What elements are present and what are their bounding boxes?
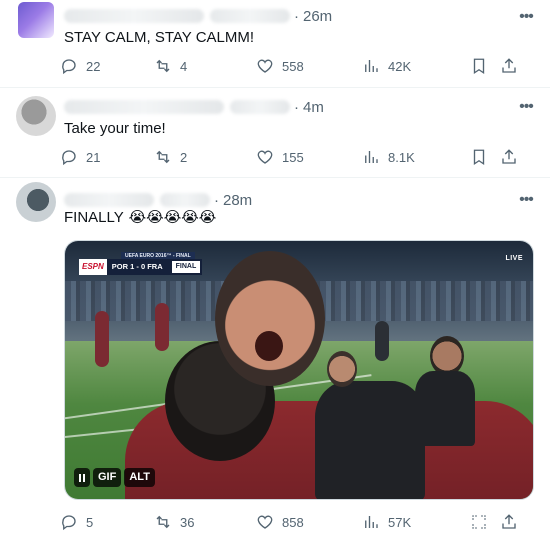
tweet-header: · 4m (64, 97, 324, 117)
views-button[interactable]: 42K (362, 57, 470, 75)
like-icon (257, 515, 273, 529)
share-icon (502, 58, 516, 73)
repost-icon (156, 150, 170, 164)
tweet-text-content: FINALLY (64, 209, 124, 226)
bookmark-button[interactable] (470, 57, 500, 75)
broadcaster-logo: ESPN (79, 259, 107, 275)
reply-button[interactable]: 22 (60, 57, 154, 75)
match-score: POR 1 - 0 FRA (111, 262, 163, 271)
like-icon (257, 59, 273, 73)
author-name-redacted[interactable] (64, 9, 204, 23)
reply-icon (62, 150, 76, 166)
share-button[interactable] (500, 148, 520, 166)
tweet-2[interactable]: · 4m ••• Take your time! 21 2 155 8.1K (0, 88, 550, 178)
author-handle-redacted[interactable] (160, 193, 210, 207)
action-bar: 5 36 858 57K (60, 512, 536, 532)
share-button[interactable] (500, 513, 520, 531)
more-icon[interactable]: ••• (516, 7, 536, 27)
gif-badge: GIF (93, 468, 122, 487)
tweet-1[interactable]: · 26m ••• STAY CALM, STAY CALMM! 22 4 55… (0, 0, 550, 88)
author-handle-redacted[interactable] (210, 9, 290, 23)
tweet-text: Take your time! (64, 120, 166, 137)
avatar[interactable] (18, 2, 54, 38)
share-icon (502, 514, 516, 529)
repost-button[interactable]: 4 (154, 57, 256, 75)
like-icon (257, 150, 273, 164)
author-name-redacted[interactable] (64, 100, 224, 114)
views-button[interactable]: 57K (362, 513, 470, 531)
like-button[interactable]: 155 (256, 148, 362, 166)
like-button[interactable]: 558 (256, 57, 362, 75)
more-icon[interactable]: ••• (516, 97, 536, 117)
avatar[interactable] (16, 96, 56, 136)
author-name-redacted[interactable] (64, 193, 154, 207)
reply-icon (62, 515, 76, 531)
reply-button[interactable]: 5 (60, 513, 154, 531)
reply-button[interactable]: 21 (60, 148, 154, 166)
share-icon (502, 149, 516, 164)
expand-icon (472, 515, 486, 529)
scoreboard: ESPN POR 1 - 0 FRA FINAL (79, 259, 203, 275)
gif-media[interactable]: UEFA EURO 2016™ - FINAL ESPN POR 1 - 0 F… (64, 240, 534, 500)
views-icon (365, 151, 378, 163)
tweet-text: FINALLY 😭😭😭😭😭 (64, 208, 216, 228)
repost-icon (156, 59, 170, 73)
tweet-header: · 26m (64, 6, 332, 26)
author-handle-redacted[interactable] (230, 100, 290, 114)
live-badge: LIVE (505, 255, 523, 262)
tweet-time[interactable]: 28m (223, 192, 252, 209)
action-bar: 21 2 155 8.1K (60, 147, 536, 167)
tweet-time[interactable]: 4m (303, 99, 324, 116)
views-icon (365, 60, 378, 72)
views-icon (365, 516, 378, 528)
like-button[interactable]: 858 (256, 513, 362, 531)
action-bar: 22 4 558 42K (60, 56, 536, 76)
avatar[interactable] (16, 182, 56, 222)
match-status: FINAL (171, 261, 201, 273)
gif-frame-celebration (65, 241, 533, 499)
tweet-header: · 28m (64, 190, 252, 210)
expand-button[interactable] (470, 513, 500, 531)
repost-button[interactable]: 2 (154, 148, 256, 166)
share-button[interactable] (500, 57, 520, 75)
alt-text-button[interactable]: ALT (124, 468, 155, 487)
views-button[interactable]: 8.1K (362, 148, 470, 166)
tweet-text: STAY CALM, STAY CALMM! (64, 29, 255, 46)
gif-controls: GIF ALT (74, 468, 155, 487)
crying-emoji-row: 😭😭😭😭😭 (128, 209, 217, 226)
pause-button[interactable] (74, 468, 90, 487)
repost-button[interactable]: 36 (154, 513, 256, 531)
tweet-3[interactable]: · 28m ••• FINALLY 😭😭😭😭😭 UEFA EURO 2016™ … (0, 178, 550, 546)
more-icon[interactable]: ••• (516, 190, 536, 210)
repost-icon (156, 515, 170, 529)
bookmark-button[interactable] (470, 148, 500, 166)
tweet-time[interactable]: 26m (303, 8, 332, 25)
reply-icon (62, 59, 76, 75)
bookmark-icon (473, 58, 485, 75)
bookmark-icon (473, 149, 485, 166)
